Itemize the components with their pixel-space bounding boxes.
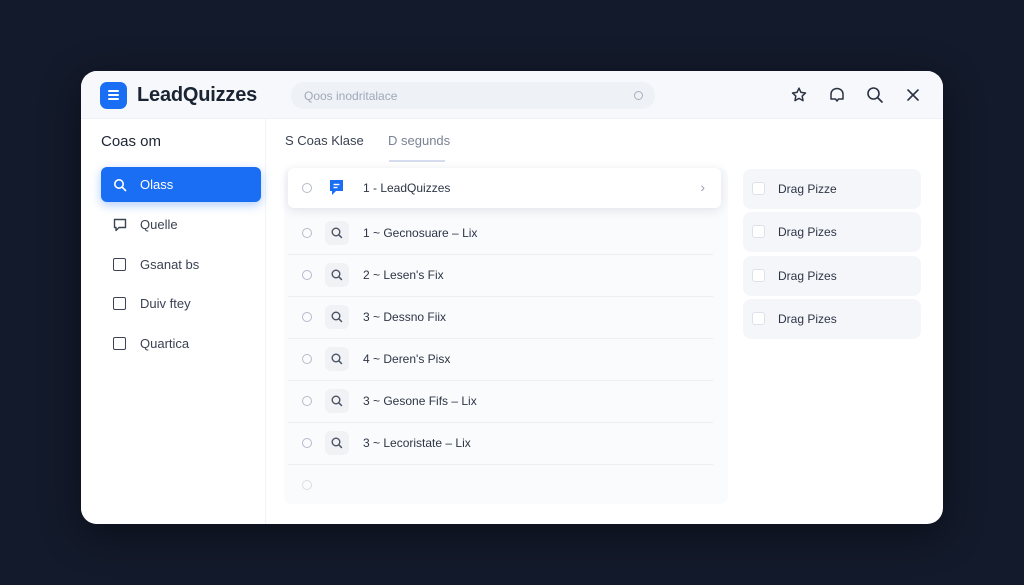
radio-button[interactable]: [302, 312, 312, 322]
list-item[interactable]: 2 ~ Lesen's Fix: [288, 255, 721, 295]
tab-indicator: [389, 160, 445, 162]
sidebar-item-label: Gsanat bs: [140, 257, 200, 272]
list-item[interactable]: 4 ~ Deren's Pisx: [288, 339, 721, 379]
chat-icon[interactable]: [827, 85, 847, 105]
sidebar-item-label: Quartica: [140, 336, 190, 351]
search-icon[interactable]: [865, 85, 885, 105]
radio-button[interactable]: [302, 228, 312, 238]
list-item-label: 3 ~ Lecoristate – Lix: [363, 436, 471, 450]
drag-item[interactable]: Drag Pizes: [743, 299, 921, 339]
square-icon: [113, 297, 126, 310]
list-item-label: 2 ~ Lesen's Fix: [363, 268, 444, 282]
search-icon: [113, 178, 127, 192]
search-icon: [325, 263, 349, 287]
list-item-label: 4 ~ Deren's Pisx: [363, 352, 451, 366]
sidebar: Coas om Olass Quelle Gsanat bs Duiv ftey…: [81, 119, 266, 524]
list-item[interactable]: 1 - LeadQuizzes ›: [288, 168, 721, 208]
star-icon[interactable]: [789, 85, 809, 105]
list-item-label: 1 - LeadQuizzes: [363, 181, 451, 195]
radio-button[interactable]: [302, 183, 312, 193]
logo-icon: [100, 82, 127, 109]
checkbox[interactable]: [752, 182, 765, 195]
app-window: LeadQuizzes Qoos inodritalace Coas om Ol…: [81, 71, 943, 524]
search-icon: [325, 431, 349, 455]
list-item[interactable]: 1 ~ Gecnosuare – Lix: [288, 213, 721, 253]
tab-segunds[interactable]: D segunds: [388, 133, 450, 148]
top-bar: LeadQuizzes Qoos inodritalace: [81, 71, 943, 119]
close-icon[interactable]: [903, 85, 923, 105]
radio-button[interactable]: [302, 270, 312, 280]
search-input[interactable]: Qoos inodritalace: [291, 82, 655, 109]
checkbox[interactable]: [752, 269, 765, 282]
radio-button[interactable]: [302, 480, 312, 490]
sidebar-item-label: Quelle: [140, 217, 178, 232]
list-item-label: 3 ~ Dessno Fiix: [363, 310, 447, 324]
tab-coas-klase[interactable]: S Coas Klase: [285, 133, 364, 148]
checkbox[interactable]: [752, 312, 765, 325]
drag-item[interactable]: Drag Pizes: [743, 212, 921, 252]
square-icon: [113, 337, 126, 350]
list-item-label: 3 ~ Gesone Fifs – Lix: [363, 394, 477, 408]
list-item[interactable]: 3 ~ Gesone Fifs – Lix: [288, 381, 721, 421]
chat-icon: [325, 176, 349, 200]
sidebar-item-quartica[interactable]: Quartica: [101, 326, 261, 361]
chevron-right-icon: ›: [700, 179, 705, 195]
drag-item[interactable]: Drag Pizze: [743, 169, 921, 209]
drag-item-label: Drag Pizes: [778, 269, 837, 283]
list-item-label: 1 ~ Gecnosuare – Lix: [363, 226, 478, 240]
search-status-icon: [634, 91, 643, 100]
radio-button[interactable]: [302, 438, 312, 448]
drag-item[interactable]: Drag Pizes: [743, 256, 921, 296]
search-icon: [325, 221, 349, 245]
drag-item-label: Drag Pizze: [778, 182, 837, 196]
search-icon: [325, 347, 349, 371]
sidebar-item-duiv[interactable]: Duiv ftey: [101, 286, 261, 321]
list-item[interactable]: 3 ~ Lecoristate – Lix: [288, 423, 721, 463]
drag-item-label: Drag Pizes: [778, 312, 837, 326]
sidebar-item-label: Duiv ftey: [140, 296, 191, 311]
sidebar-item-quelle[interactable]: Quelle: [101, 207, 261, 242]
square-icon: [113, 258, 126, 271]
list-item[interactable]: 3 ~ Dessno Fiix: [288, 297, 721, 337]
app-brand: LeadQuizzes: [137, 84, 258, 106]
radio-button[interactable]: [302, 396, 312, 406]
checkbox[interactable]: [752, 225, 765, 238]
drag-item-label: Drag Pizes: [778, 225, 837, 239]
sidebar-title: Coas om: [101, 133, 162, 150]
sidebar-item-label: Olass: [140, 177, 174, 192]
list-item-empty[interactable]: [288, 465, 721, 505]
search-icon: [325, 389, 349, 413]
radio-button[interactable]: [302, 354, 312, 364]
sidebar-item-olass[interactable]: Olass: [101, 167, 261, 202]
chat-icon: [113, 218, 127, 232]
search-icon: [325, 305, 349, 329]
sidebar-item-gsanat[interactable]: Gsanat bs: [101, 247, 261, 282]
search-placeholder: Qoos inodritalace: [304, 89, 398, 103]
